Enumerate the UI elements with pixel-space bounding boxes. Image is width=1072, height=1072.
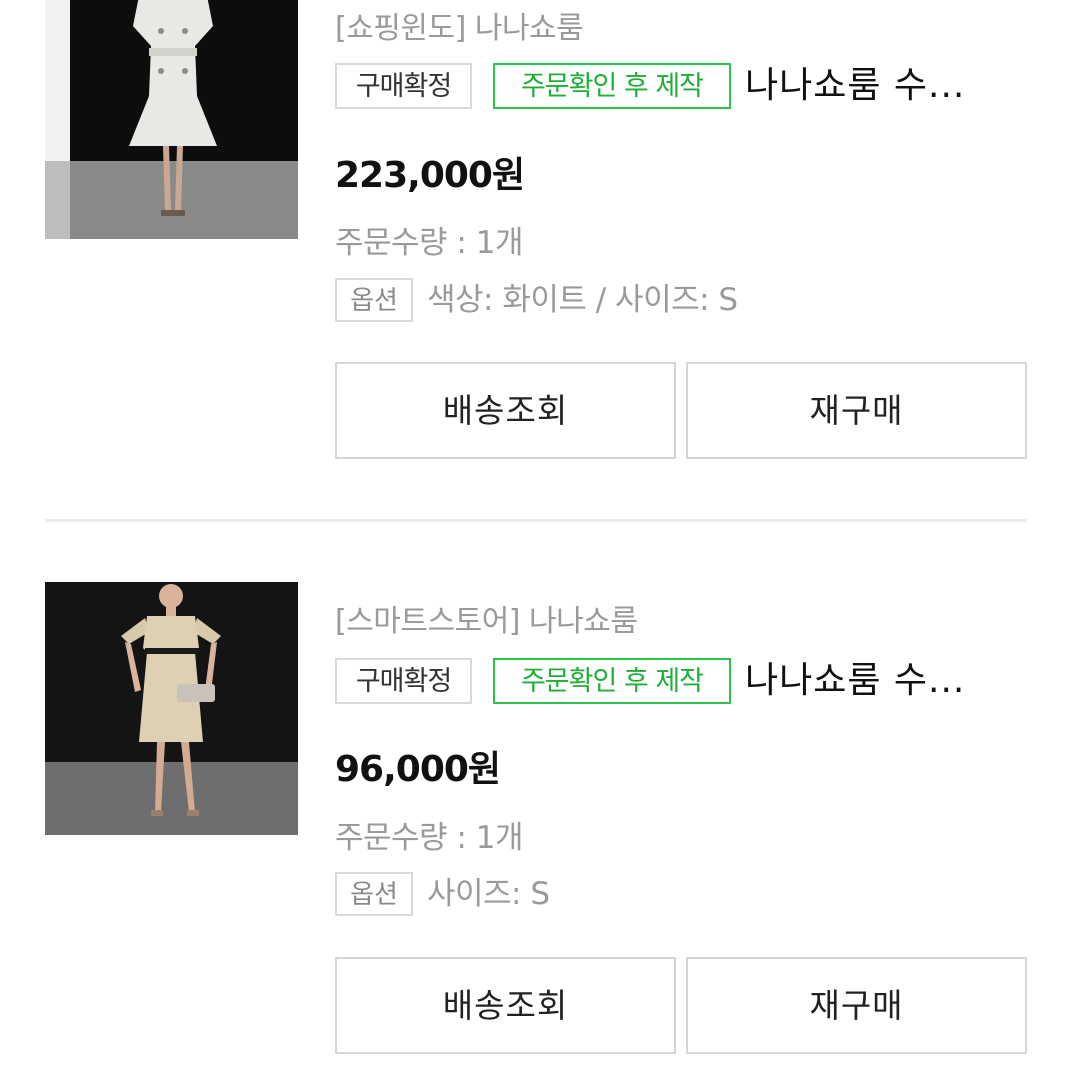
order-quantity: 주문수량 : 1개 (335, 820, 523, 856)
product-name[interactable]: 나나쇼룸 수... (745, 658, 1005, 704)
track-delivery-button[interactable]: 배송조회 (335, 362, 676, 459)
option-text: 사이즈: S (427, 876, 550, 912)
store-name[interactable]: [스마트스토어] 나나쇼룸 (335, 596, 638, 640)
product-photo (45, 582, 298, 835)
order-quantity: 주문수량 : 1개 (335, 225, 523, 261)
product-thumbnail-beige-dress[interactable] (45, 582, 298, 835)
purchase-confirmed-badge: 구매확정 (335, 63, 472, 109)
track-delivery-button[interactable]: 배송조회 (335, 957, 676, 1054)
product-name[interactable]: 나나쇼룸 수... (745, 63, 1005, 109)
badge-row: 구매확정 주문확인 후 제작 나나쇼룸 수... (335, 63, 1035, 113)
product-photo (45, 0, 298, 239)
rebuy-button[interactable]: 재구매 (686, 957, 1027, 1054)
purchase-confirmed-badge: 구매확정 (335, 658, 472, 704)
made-to-order-badge: 주문확인 후 제작 (493, 658, 731, 704)
store-name[interactable]: [쇼핑윈도] 나나쇼룸 (335, 3, 584, 47)
option-text: 색상: 화이트 / 사이즈: S (427, 282, 738, 318)
badge-row: 구매확정 주문확인 후 제작 나나쇼룸 수... (335, 658, 1035, 708)
rebuy-button[interactable]: 재구매 (686, 362, 1027, 459)
price: 223,000원 (335, 155, 525, 196)
made-to-order-badge: 주문확인 후 제작 (493, 63, 731, 109)
product-thumbnail-white-dress[interactable] (45, 0, 298, 239)
option-tag: 옵션 (335, 872, 413, 916)
option-tag: 옵션 (335, 278, 413, 322)
price: 96,000원 (335, 749, 501, 790)
item-divider (45, 519, 1027, 522)
